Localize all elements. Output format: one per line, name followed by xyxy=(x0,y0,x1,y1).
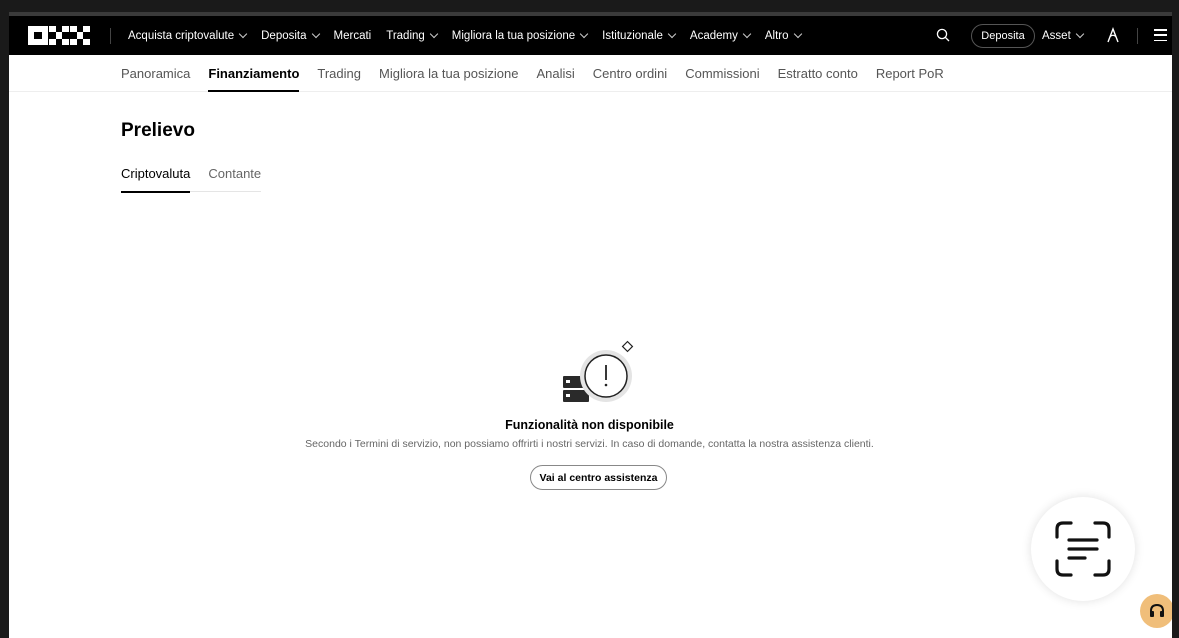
browser-frame: Acquista criptovalute Deposita Mercati Trad… xyxy=(9,12,1172,638)
chevron-down-icon xyxy=(1075,29,1085,39)
user-icon[interactable] xyxy=(1105,27,1121,43)
nav-item-academy[interactable]: Academy xyxy=(689,29,752,42)
headset-icon xyxy=(1150,603,1164,617)
subnav-item-trading[interactable]: Trading xyxy=(317,55,361,92)
nav-item-mercati[interactable]: Mercati xyxy=(334,30,372,42)
page-title: Prelievo xyxy=(121,120,195,141)
nav-item-label: Academy xyxy=(689,29,738,42)
chevron-down-icon xyxy=(742,29,752,39)
chevron-down-icon xyxy=(311,29,320,39)
sub-navbar: Panoramica Finanziamento Trading Migliora l… xyxy=(9,55,1172,92)
support-chat-button[interactable] xyxy=(1140,594,1172,628)
subnav-item-finanziamento[interactable]: Finanziamento xyxy=(208,55,300,92)
asset-label: Asset xyxy=(1042,29,1071,42)
tab-criptovaluta[interactable]: Criptovaluta xyxy=(121,162,191,193)
chevron-down-icon xyxy=(238,29,248,39)
withdraw-tabs: Criptovaluta Contante xyxy=(121,162,262,193)
subnav-item-commissioni[interactable]: Commissioni xyxy=(685,55,759,92)
subnav-item-analisi[interactable]: Analisi xyxy=(536,55,574,92)
okx-logo[interactable] xyxy=(28,26,90,45)
empty-state-description: Secondo i Termini di servizio, non possi… xyxy=(305,438,874,450)
empty-state-title: Funzionalità non disponibile xyxy=(505,418,674,432)
nav-item-label: Acquista criptovalute xyxy=(128,29,235,42)
tab-contante[interactable]: Contante xyxy=(208,162,261,192)
nav-divider xyxy=(1137,28,1138,44)
nav-item-label: Migliora la tua posizione xyxy=(451,29,576,42)
subnav-item-report-por[interactable]: Report PoR xyxy=(876,55,944,92)
nav-item-label: Deposita xyxy=(261,29,307,42)
nav-item-label: Altro xyxy=(764,29,789,42)
subnav-item-estratto-conto[interactable]: Estratto conto xyxy=(778,55,858,92)
nav-item-altro[interactable]: Altro xyxy=(764,29,802,42)
subnav-item-centro-ordini[interactable]: Centro ordini xyxy=(593,55,667,92)
nav-item-deposita[interactable]: Deposita xyxy=(261,29,320,42)
search-icon[interactable] xyxy=(936,28,950,42)
nav-item-acquista-criptovalute[interactable]: Acquista criptovalute xyxy=(128,29,248,42)
hamburger-menu-icon[interactable] xyxy=(1154,29,1167,41)
chevron-down-icon xyxy=(429,29,439,39)
nav-item-label: Mercati xyxy=(333,29,372,42)
nav-item-label: Istituzionale xyxy=(602,29,663,42)
subnav-item-panoramica[interactable]: Panoramica xyxy=(121,55,190,92)
sub-nav-items: Panoramica Finanziamento Trading Migliora l… xyxy=(121,55,944,92)
subnav-item-migliora-la-tua-posizione[interactable]: Migliora la tua posizione xyxy=(379,55,518,92)
deposit-button[interactable]: Deposita xyxy=(971,24,1035,48)
help-center-button[interactable]: Vai al centro assistenza xyxy=(530,465,667,490)
nav-item-label: Trading xyxy=(386,29,425,42)
nav-item-migliora-la-tua-posizione[interactable]: Migliora la tua posizione xyxy=(451,29,589,42)
scan-button[interactable] xyxy=(1031,497,1135,601)
scan-text-icon xyxy=(1055,521,1111,577)
nav-divider xyxy=(110,28,111,44)
unavailable-illustration-icon xyxy=(563,340,634,402)
top-navbar: Acquista criptovalute Deposita Mercati Trad… xyxy=(9,16,1172,55)
chevron-down-icon xyxy=(793,29,802,39)
nav-item-trading[interactable]: Trading xyxy=(386,29,439,42)
chevron-down-icon xyxy=(579,29,589,39)
main-nav: Acquista criptovalute Deposita Mercati Trad… xyxy=(128,16,802,55)
chevron-down-icon xyxy=(667,29,677,39)
nav-item-istituzionale[interactable]: Istituzionale xyxy=(602,29,677,42)
asset-menu[interactable]: Asset xyxy=(1042,16,1085,55)
